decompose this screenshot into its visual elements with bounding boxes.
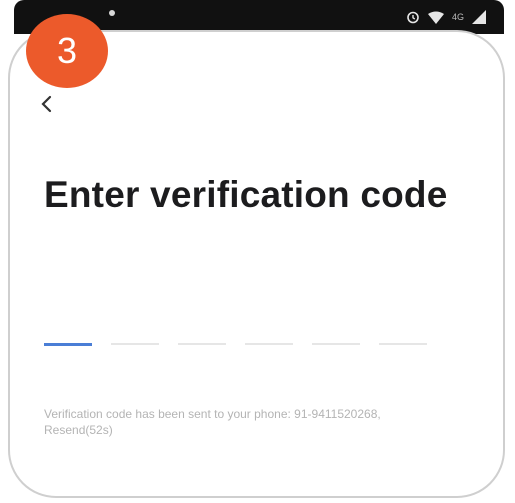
code-slot[interactable] (245, 343, 293, 345)
step-number: 3 (56, 30, 78, 71)
phone-screen: Enter verification code Verification cod… (8, 30, 505, 498)
chevron-left-icon[interactable] (38, 95, 56, 113)
code-slot[interactable] (111, 343, 159, 345)
code-slot[interactable] (44, 343, 92, 346)
app-screenshot: 4G Enter verification code Verification … (0, 0, 515, 503)
page-title: Enter verification code (44, 174, 448, 215)
verification-code-input[interactable] (44, 343, 427, 346)
code-slot[interactable] (379, 343, 427, 345)
status-icons: 4G (406, 7, 486, 27)
network-type-label: 4G (451, 12, 464, 22)
signal-icon (472, 10, 486, 24)
verification-message: Verification code has been sent to your … (44, 407, 381, 421)
verification-info: Verification code has been sent to your … (44, 406, 494, 438)
notification-dot-icon (109, 10, 115, 16)
code-slot[interactable] (312, 343, 360, 345)
resend-link[interactable]: Resend(52s) (44, 423, 113, 437)
alarm-icon (407, 11, 419, 24)
wifi-icon (427, 11, 444, 24)
code-slot[interactable] (178, 343, 226, 345)
step-badge: 3 (26, 14, 108, 88)
